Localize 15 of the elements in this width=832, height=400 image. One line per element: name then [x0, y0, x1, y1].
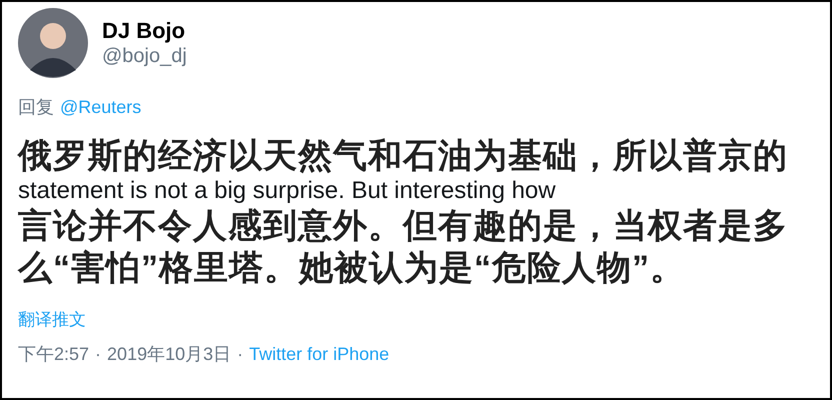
source-link[interactable]: Twitter for iPhone: [249, 340, 390, 368]
avatar: [18, 8, 88, 78]
mention-link[interactable]: @Reuters: [60, 94, 142, 121]
subtitle-line: 言论并不令人感到意外。但有趣的是，当权者是多: [18, 206, 789, 247]
author-handle: @bojo_dj: [102, 44, 187, 70]
separator: ·: [237, 342, 244, 366]
timestamp: 2019年10月3日: [107, 342, 232, 366]
reply-label: 回复: [18, 96, 54, 119]
separator: ·: [95, 342, 102, 366]
subtitle-line: 俄罗斯的经济以天然气和石油为基础，所以普京的: [18, 136, 789, 177]
tweet-text: statement is not a big surprise. But interesting how: [18, 177, 557, 205]
subtitle-line: 么“害怕”格里塔。她被认为是“危险人物”。: [18, 248, 686, 289]
translate-link[interactable]: 翻译推文: [18, 307, 86, 332]
timestamp: 下午2:57: [18, 342, 90, 366]
author-name[interactable]: DJ Bojo: [102, 16, 187, 44]
